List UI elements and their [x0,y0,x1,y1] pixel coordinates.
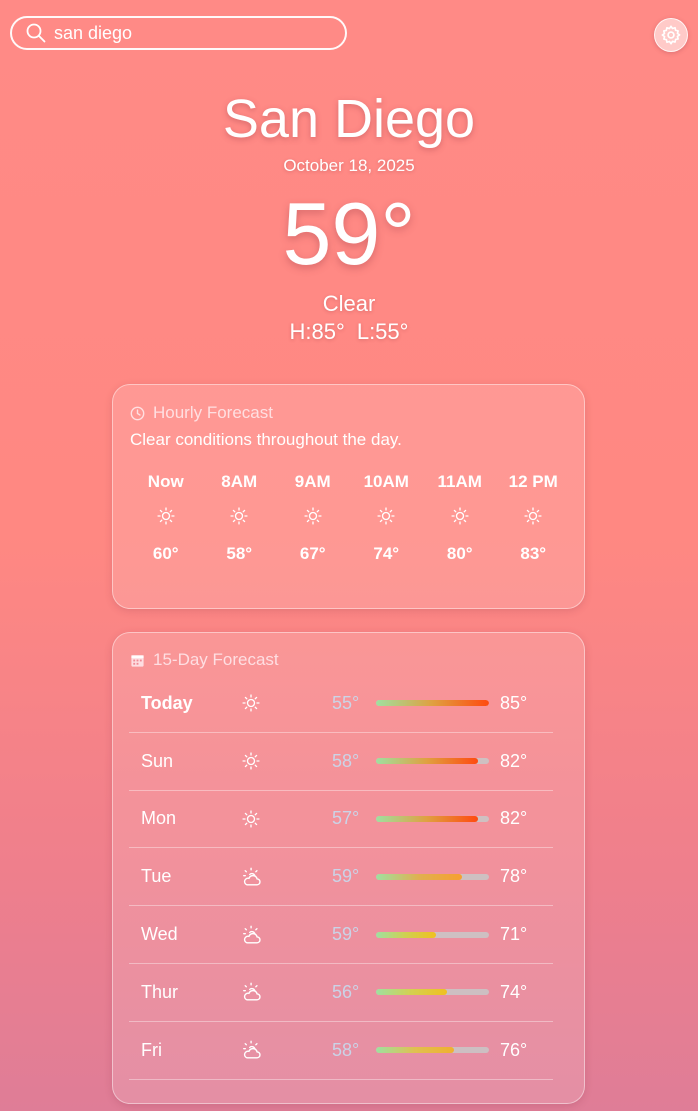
hourly-time: Now [147,472,184,491]
day-label: Mon [141,808,177,829]
low-temp: 59° [332,924,360,945]
daily-forecast-card: 15-Day Forecast Today 55° 85° Sun 58° 82° Mon 5… [112,632,585,1104]
day-label: Today [141,692,193,713]
day-label: Sun [141,750,174,771]
current-date: October 18, 2025 [283,156,415,175]
hourly-time: 8AM [221,472,258,491]
low-temp: 57° [332,808,360,829]
hourly-list: Now 60° 8AM 58° 9AM 67° 10AM 74° 11AM 80° 12 PM 83° [129,472,570,564]
low-temp: L:55° [356,319,409,344]
sun-icon [129,506,203,532]
current-temperature: 59° [282,184,416,283]
temp-range-bar [376,873,489,880]
day-label: Wed [141,924,178,945]
daily-forecast-title: 15-Day Forecast [153,650,279,669]
sun-icon [497,506,571,532]
hourly-item: 8AM 58° [203,472,277,564]
daily-row: Sun 58° 82° [129,733,553,791]
hourly-item: 9AM 67° [276,472,350,564]
sun-icon [241,693,261,713]
temp-range-fill [376,931,436,938]
temp-range-fill [376,873,462,880]
sun-icon [241,751,261,771]
daily-row: Wed 59° 71° [129,906,553,964]
daily-row: Today 55° 85° [129,675,553,733]
high-temp: 71° [500,924,528,945]
search-input[interactable] [54,22,314,44]
low-temp: 58° [332,750,360,771]
hourly-time: 10AM [363,472,409,491]
high-temp: H:85° [289,319,345,344]
daily-row: Fri 58° 76° [129,1022,553,1080]
temp-range-fill [376,1047,454,1054]
search-bar[interactable] [10,16,347,50]
current-condition: Clear [322,291,376,316]
temp-range-bar [376,815,489,822]
search-icon [26,23,46,43]
hourly-item: 10AM 74° [350,472,424,564]
hourly-item: Now 60° [129,472,203,564]
hourly-forecast-header: Hourly Forecast [130,403,273,423]
temp-range-bar [376,931,489,938]
partly-cloudy-icon [241,924,263,946]
high-temp: 76° [500,1039,528,1060]
hourly-time: 11AM [437,472,482,491]
partly-cloudy-icon [241,866,263,888]
settings-button[interactable] [654,18,688,52]
low-temp: 55° [332,692,360,713]
day-label: Tue [141,866,172,887]
high-temp: 82° [500,750,528,771]
hourly-item: 12 PM 83° [497,472,571,564]
sun-icon [276,506,350,532]
low-temp: 59° [332,866,360,887]
hourly-temp: 80° [446,544,473,563]
hourly-forecast-title: Hourly Forecast [153,403,273,422]
daily-row: Mon 57° 82° [129,791,553,849]
gear-icon [661,25,681,45]
calendar-icon [131,654,144,667]
temp-range-fill [376,700,489,707]
daily-row: Thur 56° 74° [129,964,553,1022]
hourly-summary: Clear conditions throughout the day. [130,430,402,449]
day-label: Fri [141,1039,162,1060]
temp-range-bar [376,700,489,707]
sun-icon [350,506,424,532]
high-low: H:85° L:55° [0,319,698,345]
temp-range-bar [376,1047,489,1054]
partly-cloudy-icon [241,981,263,1003]
high-temp: 78° [500,866,528,887]
high-temp: 82° [500,808,528,829]
temp-range-fill [376,989,448,996]
temp-range-fill [376,815,478,822]
hourly-item: 11AM 80° [423,472,497,564]
high-temp: 74° [500,981,528,1002]
daily-forecast-header: 15-Day Forecast [130,650,279,670]
sun-icon [241,809,261,829]
city-name: San Diego [222,89,476,149]
temp-range-bar [376,758,489,765]
hourly-temp: 58° [226,544,253,563]
daily-list: Today 55° 85° Sun 58° 82° Mon 57° 82° Tue 59° 78° We… [129,675,553,1080]
low-temp: 56° [332,981,360,1002]
partly-cloudy-icon [241,1039,263,1061]
hourly-temp: 74° [373,544,400,563]
hourly-time: 9AM [294,472,331,491]
hourly-temp: 60° [152,544,179,563]
temp-range-bar [376,989,489,996]
hourly-temp: 83° [520,544,547,563]
hourly-time: 12 PM [508,472,558,491]
daily-row: Tue 59° 78° [129,848,553,907]
high-temp: 85° [500,692,528,713]
day-label: Thur [141,981,179,1002]
temp-range-fill [376,758,478,765]
sun-icon [203,506,277,532]
clock-icon [130,406,145,420]
hourly-forecast-card: Hourly Forecast Clear conditions through… [112,384,585,609]
low-temp: 58° [332,1039,360,1060]
hourly-temp: 67° [299,544,326,563]
sun-icon [423,506,497,532]
